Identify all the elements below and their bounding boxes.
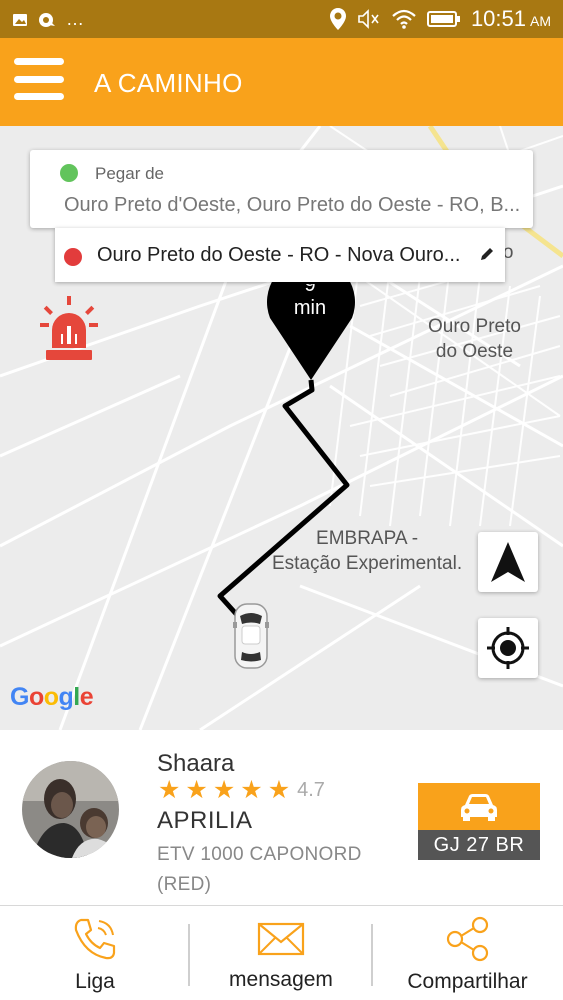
message-button[interactable]: mensagem bbox=[190, 906, 372, 1000]
edit-pencil-icon[interactable] bbox=[479, 246, 495, 262]
app-bar: A CAMINHO bbox=[0, 38, 563, 126]
pickup-card[interactable]: Pegar de Ouro Preto d'Oeste, Ouro Preto … bbox=[30, 150, 533, 228]
pickup-label: Pegar de bbox=[95, 164, 164, 183]
car-front-icon bbox=[461, 793, 497, 821]
map-view[interactable]: Preto ste Ouro Preto do Oeste EMBRAPA - … bbox=[0, 126, 563, 730]
mute-icon bbox=[358, 9, 379, 29]
driver-rating: ★ ★ ★ ★ ★ 4.7 bbox=[158, 775, 325, 805]
vehicle-plate-badge: GJ 27 BR bbox=[418, 783, 540, 860]
google-logo: Google bbox=[10, 683, 94, 711]
clock-ampm: AM bbox=[530, 13, 551, 29]
map-label-embrapa: EMBRAPA - Estação Experimental. bbox=[272, 528, 463, 574]
rating-value: 4.7 bbox=[297, 778, 325, 801]
driver-photo bbox=[22, 761, 119, 858]
car-icon bbox=[233, 603, 269, 669]
dropoff-address: Ouro Preto do Oeste - RO - Nova Ouro... bbox=[97, 244, 461, 266]
call-label: Liga bbox=[75, 970, 115, 993]
star-icon: ★ bbox=[240, 776, 263, 804]
share-icon bbox=[446, 916, 488, 962]
chat-notification-icon bbox=[39, 12, 55, 27]
bottom-action-bar: Liga mensagem Compartilhar bbox=[0, 905, 563, 1000]
vehicle-model: APRILIA bbox=[157, 807, 253, 834]
menu-icon[interactable] bbox=[14, 58, 64, 100]
star-icon: ★ bbox=[158, 776, 181, 804]
notification-icons: … bbox=[12, 9, 84, 30]
system-icons: 10:51 AM bbox=[329, 6, 551, 32]
envelope-icon bbox=[257, 922, 305, 956]
pickup-address: Ouro Preto d'Oeste, Ouro Preto do Oeste … bbox=[64, 194, 521, 216]
plate-number: GJ 27 BR bbox=[418, 830, 540, 860]
navigation-arrow-icon bbox=[491, 542, 525, 582]
compass-button[interactable] bbox=[478, 532, 538, 592]
status-bar: … 10:51 AM bbox=[0, 0, 563, 38]
crosshair-icon bbox=[487, 627, 529, 669]
share-label: Compartilhar bbox=[407, 970, 528, 993]
wifi-icon bbox=[392, 9, 416, 29]
location-icon bbox=[329, 8, 346, 30]
emergency-alarm-icon[interactable] bbox=[40, 296, 98, 362]
route-line bbox=[217, 379, 350, 618]
vehicle-description: ETV 1000 CAPONORD (RED) bbox=[157, 844, 362, 895]
my-location-button[interactable] bbox=[478, 618, 538, 678]
message-label: mensagem bbox=[229, 968, 333, 991]
driver-panel: Shaara ★ ★ ★ ★ ★ 4.7 APRILIA ETV 1000 CA… bbox=[0, 730, 563, 905]
dropoff-dot-icon bbox=[64, 248, 82, 266]
map-label-town: Ouro Preto do Oeste bbox=[428, 316, 521, 362]
driver-name: Shaara bbox=[157, 750, 235, 777]
dropoff-card[interactable]: Ouro Preto do Oeste - RO - Nova Ouro... bbox=[55, 228, 505, 282]
clock: 10:51 bbox=[470, 6, 526, 31]
star-icon: ★ bbox=[185, 776, 208, 804]
more-notifications-icon: … bbox=[66, 9, 84, 29]
eta-label: 9 min bbox=[293, 284, 327, 319]
pickup-dot-icon bbox=[60, 164, 78, 182]
page-title: A CAMINHO bbox=[94, 68, 243, 98]
star-icon: ★ bbox=[212, 776, 236, 804]
share-button[interactable]: Compartilhar bbox=[372, 906, 563, 1000]
call-button[interactable]: Liga bbox=[0, 906, 190, 1000]
battery-icon bbox=[426, 11, 460, 27]
phone-icon bbox=[74, 918, 116, 960]
driver-avatar bbox=[22, 761, 119, 858]
star-icon: ★ bbox=[267, 776, 291, 804]
image-notification-icon bbox=[13, 13, 27, 26]
